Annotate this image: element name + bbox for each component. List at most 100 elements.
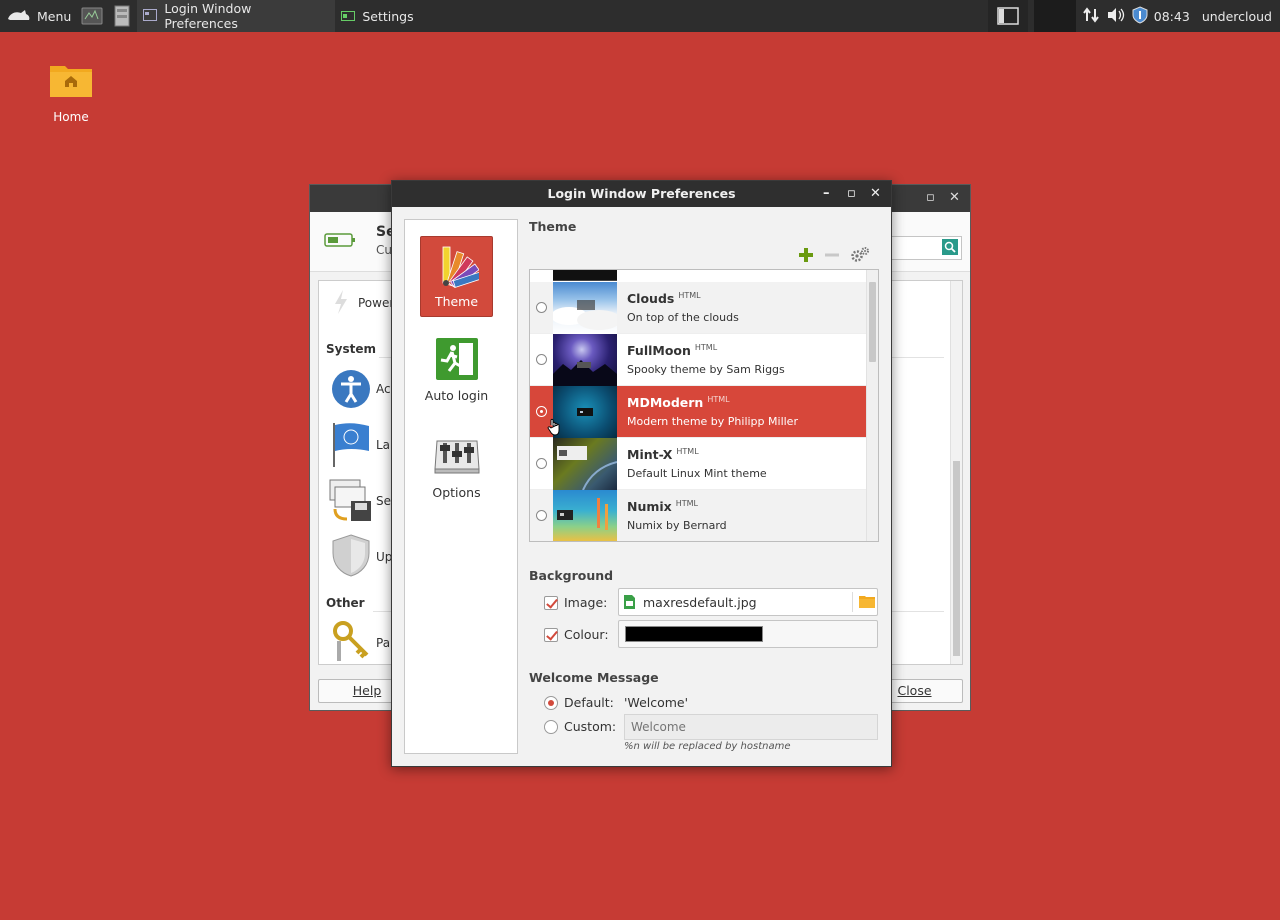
image-checkbox[interactable]: [544, 596, 558, 610]
default-welcome-value: 'Welcome': [624, 695, 689, 710]
theme-radio[interactable]: [536, 302, 547, 313]
power-item[interactable]: Power: [358, 296, 394, 310]
theme-desc: Default Linux Mint theme: [627, 467, 767, 480]
sessions-icon: [329, 479, 373, 526]
theme-list-scrollbar[interactable]: [866, 270, 878, 541]
network-icon[interactable]: [1082, 6, 1100, 26]
numix-thumbnail: [553, 490, 617, 541]
theme-row-mdmodern[interactable]: MDModern HTML Modern theme by Philipp Mil…: [530, 386, 866, 438]
theme-toolbar: [798, 246, 870, 267]
partial-thumbnail: [553, 270, 617, 281]
theme-name: Mint-X HTML: [627, 447, 699, 462]
terminal-launcher-icon[interactable]: [81, 5, 103, 27]
gears-icon[interactable]: [850, 246, 870, 267]
mint-x-thumbnail: [553, 438, 618, 491]
sidebar-item-options[interactable]: Options: [420, 435, 493, 505]
theme-name: Numix HTML: [627, 499, 698, 514]
volume-icon[interactable]: [1106, 7, 1126, 26]
minimize-icon[interactable]: –: [823, 181, 830, 207]
home-desktop-icon[interactable]: Home: [40, 58, 102, 124]
task-settings[interactable]: Settings: [335, 0, 455, 32]
add-icon[interactable]: [798, 247, 814, 266]
battery-icon: [324, 232, 356, 251]
sidebar-item-auto-login[interactable]: Auto login: [420, 335, 493, 405]
theme-row-clouds[interactable]: Clouds HTML On top of the clouds: [530, 282, 866, 334]
theme-list: Clouds HTML On top of the clouds FullMoon…: [529, 269, 879, 542]
workspace-2[interactable]: [1033, 0, 1076, 32]
image-file-icon: [624, 595, 635, 612]
custom-label: Custom:: [564, 719, 617, 734]
clouds-thumbnail: [551, 282, 621, 334]
exit-door-icon: [435, 337, 479, 381]
theme-row-fullmoon[interactable]: FullMoon HTML Spooky theme by Sam Riggs: [530, 334, 866, 386]
custom-welcome-radio[interactable]: [544, 720, 558, 734]
mint-menu-icon: [6, 7, 32, 26]
sessions-item[interactable]: Se: [376, 494, 391, 508]
scrollbar-thumb[interactable]: [869, 282, 876, 362]
task-label: Login Window Preferences: [164, 1, 252, 31]
user-name[interactable]: undercloud: [1202, 9, 1272, 24]
task-login-window-preferences[interactable]: Login Window Preferences: [137, 0, 336, 32]
mouse-cursor-icon: [547, 417, 563, 440]
file-chooser-separator: [852, 592, 853, 612]
settings-subtitle: Cu: [376, 243, 392, 257]
folder-open-icon[interactable]: [859, 594, 875, 611]
default-welcome-radio[interactable]: [544, 696, 558, 710]
close-label: Close: [897, 683, 932, 698]
workspace-switcher[interactable]: [987, 0, 1028, 32]
theme-desc: On top of the clouds: [627, 311, 739, 324]
help-label: Help: [352, 683, 382, 698]
image-filename: maxresdefault.jpg: [643, 595, 757, 610]
theme-name: MDModern HTML: [627, 395, 730, 410]
search-icon: [942, 239, 958, 258]
accessibility-item[interactable]: Ac: [376, 382, 391, 396]
home-folder-icon: [49, 62, 93, 98]
image-file-chooser[interactable]: maxresdefault.jpg: [618, 588, 878, 616]
sidebar-label: Auto login: [424, 388, 489, 403]
settings-window-icon: [341, 9, 356, 24]
palette-icon: [435, 245, 482, 289]
update-manager-icon: [331, 533, 371, 580]
remove-icon[interactable]: [824, 247, 840, 266]
passwords-item[interactable]: Pa: [376, 636, 390, 650]
maximize-icon[interactable]: ▫: [847, 181, 856, 207]
sidebar-item-theme[interactable]: Theme: [420, 236, 493, 317]
custom-welcome-input[interactable]: [624, 714, 878, 740]
theme-section-title: Theme: [529, 219, 577, 234]
update-shield-icon[interactable]: [1132, 5, 1148, 27]
colour-swatch: [625, 626, 763, 642]
hostname-hint: %n will be replaced by hostname: [624, 741, 791, 752]
menu-button[interactable]: Menu: [0, 0, 77, 32]
clock[interactable]: 08:43: [1154, 9, 1190, 24]
maximize-icon[interactable]: ▫: [926, 190, 935, 205]
theme-row-mint-x[interactable]: Mint-X HTML Default Linux Mint theme: [530, 438, 866, 491]
colour-checkbox[interactable]: [544, 628, 558, 642]
file-manager-launcher-icon[interactable]: [111, 5, 133, 27]
colour-picker-button[interactable]: [618, 620, 878, 648]
theme-desc: Modern theme by Philipp Miller: [627, 415, 798, 428]
section-other: Other: [326, 596, 365, 610]
close-icon[interactable]: ✕: [949, 190, 960, 205]
settings-scrollbar[interactable]: [950, 281, 962, 664]
theme-row-numix[interactable]: Numix HTML Numix by Bernard: [530, 490, 866, 541]
theme-desc: Numix by Bernard: [627, 519, 727, 532]
sidebar-label: Options: [432, 485, 481, 500]
login-window-preferences-dialog: Login Window Preferences – ▫ ✕ Theme Aut…: [391, 180, 892, 767]
taskbar: Menu Login Window Preferences Settings 0…: [0, 0, 1280, 32]
colour-label: Colour:: [564, 627, 609, 642]
image-label: Image:: [564, 595, 608, 610]
system-tray: 08:43 undercloud: [987, 0, 1280, 32]
dialog-titlebar: Login Window Preferences – ▫ ✕: [392, 181, 891, 207]
update-manager-item[interactable]: Up: [376, 550, 392, 564]
theme-radio[interactable]: [536, 406, 547, 417]
theme-radio[interactable]: [536, 354, 547, 365]
theme-radio[interactable]: [536, 458, 547, 469]
accessibility-icon: [331, 369, 371, 412]
theme-radio[interactable]: [536, 510, 547, 521]
search-field[interactable]: [890, 236, 962, 260]
languages-icon: [331, 421, 371, 470]
close-icon[interactable]: ✕: [870, 181, 881, 207]
scrollbar-thumb[interactable]: [953, 461, 960, 656]
task-label: Settings: [362, 8, 414, 24]
languages-item[interactable]: La: [376, 438, 390, 452]
